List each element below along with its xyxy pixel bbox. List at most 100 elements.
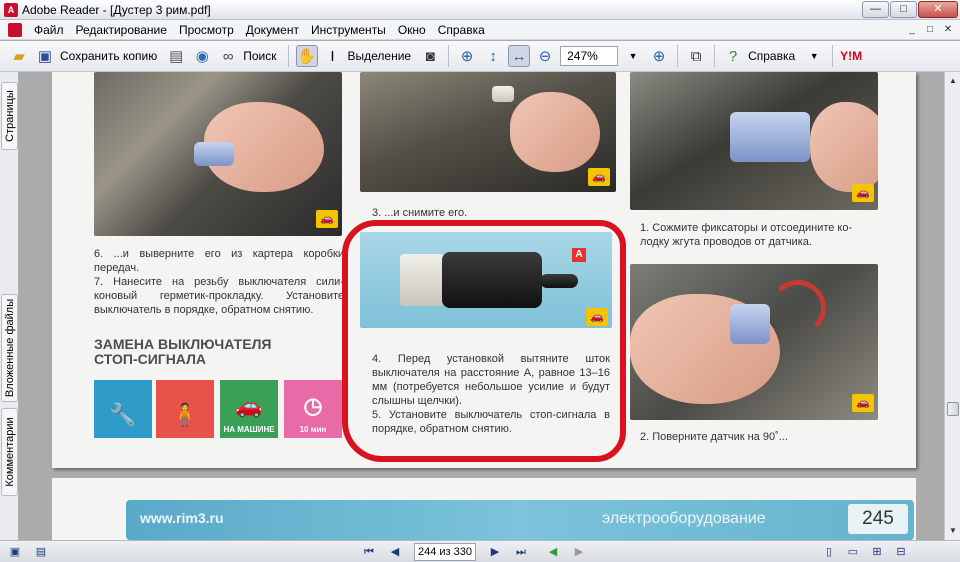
next-page-icon[interactable]: ▶	[486, 544, 504, 560]
hand-image	[810, 102, 878, 192]
document-viewport[interactable]: 🚗 🚗 🚗 🚗 A 🚗 6. ...и выверните его из кар…	[20, 72, 944, 540]
status-bar: ▣ ▤ ⏮ ◀ 244 из 330 ▶ ⏭ ◀ ▶ ▯ ▭ ⊞ ⊟	[0, 540, 960, 562]
toolbar-separator	[287, 45, 289, 67]
select-button[interactable]: Выделение	[348, 49, 412, 63]
help-dropdown-icon[interactable]: ▼	[803, 45, 825, 67]
footer-page-number: 245	[848, 504, 908, 534]
photo-remove-part: 🚗	[360, 72, 616, 192]
menu-tools[interactable]: Инструменты	[305, 20, 392, 40]
close-button[interactable]: ✕	[918, 1, 958, 18]
caption-step-1-line-2: лодку жгута проводов от датчика.	[640, 236, 812, 248]
scroll-down-icon[interactable]: ▼	[947, 524, 959, 538]
navigation-panel: Страницы Вложенные файлы Комментарии	[0, 72, 19, 540]
facing-view-icon[interactable]: ⊞	[868, 544, 886, 560]
maximize-button[interactable]: □	[890, 1, 917, 18]
adobe-reader-icon: A	[4, 2, 18, 17]
switch-image	[194, 142, 234, 166]
document-window-controls: _ □ ✕	[904, 22, 956, 37]
car-badge-icon: 🚗	[852, 184, 874, 202]
tile-on-car-caption: НА МАШИНЕ	[223, 425, 275, 434]
timer-icon: ◷	[303, 393, 323, 418]
tab-pages[interactable]: Страницы	[1, 82, 18, 150]
connector-image	[492, 86, 514, 102]
print-icon[interactable]: ▤	[165, 45, 187, 67]
zoom-in-icon[interactable]: ⊕	[648, 45, 670, 67]
caption-step-2-line: 2. Поверните датчик на 90˚...	[640, 431, 788, 443]
tile-time: ◷ 10 мин	[284, 380, 342, 438]
doc-close-button[interactable]: ✕	[940, 22, 956, 37]
zoom-dropdown-icon[interactable]: ▼	[622, 45, 644, 67]
binoculars-icon[interactable]: ∞	[217, 45, 239, 67]
minimize-button[interactable]: —	[862, 1, 889, 18]
fit-page-icon[interactable]: ↕	[482, 45, 504, 67]
wrench-icon: 🔧	[109, 402, 137, 427]
photo-switch-removal: 🚗	[94, 72, 342, 236]
caption-step-1-line-1: 1. Сожмите фиксаторы и отсоедините ко-	[640, 222, 853, 234]
tile-time-caption: 10 мин	[299, 425, 327, 434]
title-bar: A Adobe Reader - [Дустер 3 рим.pdf] — □ …	[0, 0, 960, 20]
help-button[interactable]: Справка	[748, 49, 795, 63]
doc-restore-button[interactable]: □	[922, 22, 938, 37]
photo-rotate-sensor: 🚗	[630, 264, 878, 420]
tab-comments-label: Комментарии	[3, 417, 16, 487]
rotate-arrow-icon	[770, 280, 826, 336]
pages-options-icon[interactable]: ⧉	[685, 45, 707, 67]
go-forward-icon[interactable]: ▶	[570, 544, 588, 560]
single-page-view-icon[interactable]: ▯	[820, 544, 838, 560]
zoom-level-input[interactable]: 247%	[560, 46, 619, 66]
menu-document[interactable]: Документ	[240, 20, 305, 40]
menu-bar: Файл Редактирование Просмотр Документ Ин…	[0, 20, 960, 40]
toolbar-separator	[448, 45, 450, 67]
page-number-field[interactable]: 244 из 330	[414, 542, 476, 561]
scroll-thumb[interactable]	[947, 402, 959, 416]
vertical-scrollbar[interactable]: ▲ ▼	[944, 72, 960, 540]
pdf-page: 🚗 🚗 🚗 🚗 A 🚗 6. ...и выверните его из кар…	[52, 72, 916, 468]
continuous-view-icon[interactable]: ▭	[844, 544, 862, 560]
hand-tool-icon[interactable]: ✋	[295, 45, 318, 67]
tile-persons: 🧍	[156, 380, 214, 438]
tile-on-car: 🚗 НА МАШИНЕ	[220, 380, 278, 438]
menu-edit[interactable]: Редактирование	[70, 20, 173, 40]
previous-page-icon[interactable]: ◀	[386, 544, 404, 560]
hand-image	[510, 92, 600, 172]
person-icon: 🧍	[171, 402, 199, 427]
yahoo-messenger-button[interactable]: Y!M	[840, 49, 862, 63]
tab-comments[interactable]: Комментарии	[1, 408, 18, 496]
toolbar: ▰ ▣ Сохранить копию ▤ ◉ ∞ Поиск ✋ I Выде…	[0, 41, 960, 72]
fit-width-icon[interactable]: ↔	[508, 45, 531, 67]
last-page-icon[interactable]: ⏭	[512, 544, 530, 560]
email-icon[interactable]: ◉	[191, 45, 213, 67]
tab-attachments-label: Вложенные файлы	[3, 298, 16, 398]
menu-file[interactable]: Файл	[28, 20, 70, 40]
menu-help[interactable]: Справка	[432, 20, 491, 40]
help-icon[interactable]: ?	[722, 45, 744, 67]
tab-pages-label: Страницы	[3, 90, 16, 142]
menu-view[interactable]: Просмотр	[173, 20, 240, 40]
tab-attachments[interactable]: Вложенные файлы	[1, 294, 18, 402]
go-back-icon[interactable]: ◀	[544, 544, 562, 560]
save-icon[interactable]: ▣	[34, 45, 56, 67]
highlight-outline	[342, 220, 626, 462]
panel-toggle-icon[interactable]: ▣	[6, 544, 24, 560]
snapshot-icon[interactable]: ◙	[419, 45, 441, 67]
document-properties-icon[interactable]: ▤	[32, 544, 50, 560]
save-copy-button[interactable]: Сохранить копию	[60, 49, 157, 63]
zoom-in-tool-icon[interactable]: ⊕	[456, 45, 478, 67]
section-title-line-2: СТОП-СИГНАЛА	[94, 351, 207, 367]
text-select-icon[interactable]: I	[322, 45, 344, 67]
document-icon[interactable]	[8, 22, 22, 37]
footer-section-name: электрооборудование	[602, 510, 766, 527]
caption-step-2: 2. Поверните датчик на 90˚...	[640, 430, 880, 444]
scroll-up-icon[interactable]: ▲	[947, 74, 959, 88]
continuous-facing-view-icon[interactable]: ⊟	[892, 544, 910, 560]
sensor-image	[730, 112, 810, 162]
search-button[interactable]: Поиск	[243, 49, 276, 63]
window-title: Adobe Reader - [Дустер 3 рим.pdf]	[22, 2, 211, 17]
doc-minimize-button[interactable]: _	[904, 22, 920, 37]
pdf-next-page: www.rim3.ru электрооборудование 245	[52, 478, 916, 540]
zoom-out-icon[interactable]: ⊖	[534, 45, 556, 67]
open-folder-icon[interactable]: ▰	[8, 45, 30, 67]
sensor-image	[730, 304, 770, 344]
menu-window[interactable]: Окно	[392, 20, 432, 40]
first-page-icon[interactable]: ⏮	[360, 544, 378, 560]
